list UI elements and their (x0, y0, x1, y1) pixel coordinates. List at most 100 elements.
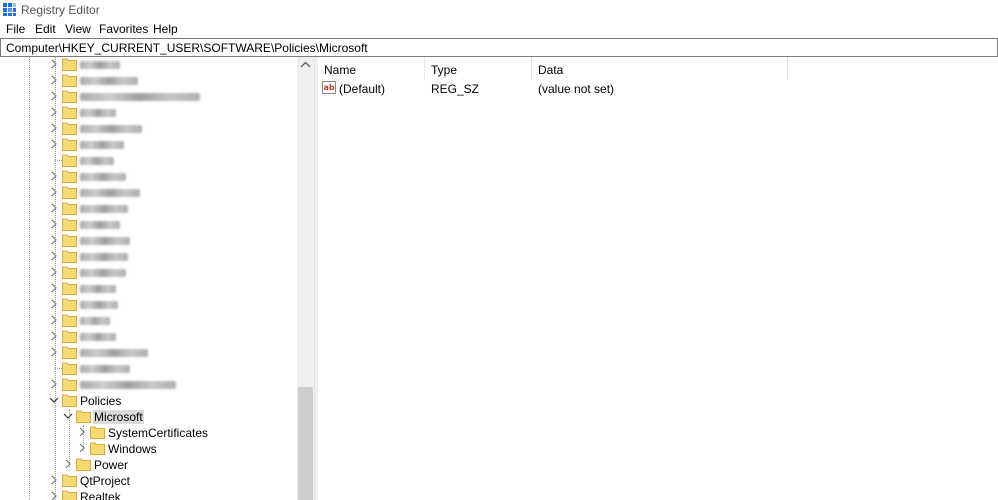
folder-icon (62, 393, 77, 407)
chevron-right-icon[interactable] (48, 106, 60, 118)
menu-view[interactable]: View (64, 22, 92, 36)
tree-node-obscured[interactable] (0, 281, 297, 297)
chevron-right-icon[interactable] (48, 122, 60, 134)
tree-node-obscured[interactable] (0, 313, 297, 329)
address-bar[interactable]: Computer\HKEY_CURRENT_USER\SOFTWARE\Poli… (0, 38, 998, 57)
column-header-label: Type (431, 63, 458, 77)
tree-node-microsoft[interactable]: Microsoft (0, 409, 297, 425)
scroll-up-arrow-icon[interactable] (297, 57, 314, 74)
obscured-label (80, 205, 128, 213)
scroll-thumb[interactable] (298, 387, 313, 500)
tree-node-obscured[interactable] (0, 297, 297, 313)
tree-node-obscured[interactable] (0, 329, 297, 345)
tree-node-obscured[interactable] (0, 345, 297, 361)
folder-open-icon (76, 409, 91, 423)
tree-node-systemcertificates[interactable]: SystemCertificates (0, 425, 297, 441)
tree-node-windows[interactable]: Windows (0, 441, 297, 457)
folder-icon (62, 217, 77, 231)
menu-file[interactable]: File (5, 22, 26, 36)
tree-node-obscured[interactable] (0, 105, 297, 121)
obscured-label (80, 125, 142, 133)
tree-node-policies[interactable]: Policies (0, 393, 297, 409)
chevron-right-icon[interactable] (48, 74, 60, 86)
chevron-right-icon[interactable] (48, 490, 60, 500)
folder-icon (62, 249, 77, 263)
folder-icon (62, 185, 77, 199)
folder-icon (62, 361, 77, 375)
chevron-right-icon[interactable] (48, 474, 60, 486)
column-header-name[interactable]: Name (318, 57, 425, 80)
chevron-right-icon[interactable] (48, 170, 60, 182)
tree-node-realtek[interactable]: Realtek (0, 489, 297, 500)
tree-node-obscured[interactable] (0, 137, 297, 153)
tree-node-obscured[interactable] (0, 377, 297, 393)
tree-node-obscured[interactable] (0, 233, 297, 249)
chevron-right-icon[interactable] (48, 282, 60, 294)
obscured-label (80, 189, 140, 197)
tree-node-obscured[interactable] (0, 185, 297, 201)
chevron-right-icon[interactable] (62, 458, 74, 470)
address-path[interactable]: Computer\HKEY_CURRENT_USER\SOFTWARE\Poli… (6, 41, 368, 55)
chevron-right-icon[interactable] (48, 202, 60, 214)
tree-node-obscured[interactable] (0, 265, 297, 281)
tree-node-qtproject[interactable]: QtProject (0, 473, 297, 489)
menu-favorites[interactable]: Favorites (98, 22, 149, 36)
chevron-right-icon[interactable] (76, 426, 88, 438)
chevron-right-icon[interactable] (48, 218, 60, 230)
tree-scrollbar[interactable] (297, 57, 314, 500)
chevron-right-icon[interactable] (48, 90, 60, 102)
chevron-right-icon[interactable] (48, 186, 60, 198)
folder-icon (62, 473, 77, 487)
tree-node-obscured[interactable] (0, 217, 297, 233)
tree-node-obscured[interactable] (0, 153, 297, 169)
folder-icon (62, 73, 77, 87)
tree-node-obscured[interactable] (0, 361, 297, 377)
chevron-right-icon[interactable] (48, 250, 60, 262)
tree-node-obscured[interactable] (0, 169, 297, 185)
obscured-label (80, 349, 148, 357)
tree-node-obscured[interactable] (0, 249, 297, 265)
tree-node-power[interactable]: Power (0, 457, 297, 473)
tree-node-obscured[interactable] (0, 121, 297, 137)
obscured-label (80, 237, 130, 245)
folder-icon (62, 233, 77, 247)
menu-help[interactable]: Help (152, 22, 179, 36)
column-header-type[interactable]: Type (425, 57, 532, 80)
folder-icon (62, 121, 77, 135)
folder-icon (62, 281, 77, 295)
window-title: Registry Editor (21, 3, 100, 17)
chevron-right-icon[interactable] (48, 330, 60, 342)
tree-node-obscured[interactable] (0, 57, 297, 73)
folder-icon (62, 105, 77, 119)
obscured-label (80, 61, 120, 69)
values-list[interactable]: Name Type Data ab (Default) REG_SZ (valu… (318, 57, 998, 500)
chevron-right-icon[interactable] (48, 314, 60, 326)
chevron-right-icon[interactable] (48, 298, 60, 310)
folder-icon (76, 457, 91, 471)
chevron-right-icon[interactable] (48, 234, 60, 246)
folder-icon (90, 425, 105, 439)
chevron-down-icon[interactable] (48, 394, 60, 406)
value-name: (Default) (339, 82, 386, 96)
tree-node-obscured[interactable] (0, 201, 297, 217)
column-header-data[interactable]: Data (532, 57, 788, 80)
key-tree[interactable]: Policies Microsoft SystemCertificates Wi… (0, 57, 297, 500)
column-header-label: Name (324, 63, 357, 77)
chevron-right-icon[interactable] (48, 138, 60, 150)
chevron-right-icon[interactable] (76, 442, 88, 454)
folder-icon (62, 201, 77, 215)
folder-icon (62, 137, 77, 151)
menu-edit[interactable]: Edit (34, 22, 57, 36)
folder-icon (62, 297, 77, 311)
chevron-right-icon[interactable] (48, 266, 60, 278)
chevron-right-icon[interactable] (48, 378, 60, 390)
tree-node-obscured[interactable] (0, 73, 297, 89)
chevron-down-icon[interactable] (62, 410, 74, 422)
folder-icon (62, 57, 77, 71)
obscured-label (80, 333, 116, 341)
tree-node-obscured[interactable] (0, 89, 297, 105)
value-row[interactable]: ab (Default) REG_SZ (value not set) (318, 80, 998, 98)
chevron-right-icon[interactable] (48, 346, 60, 358)
chevron-right-icon[interactable] (48, 58, 60, 70)
obscured-label (80, 317, 110, 325)
